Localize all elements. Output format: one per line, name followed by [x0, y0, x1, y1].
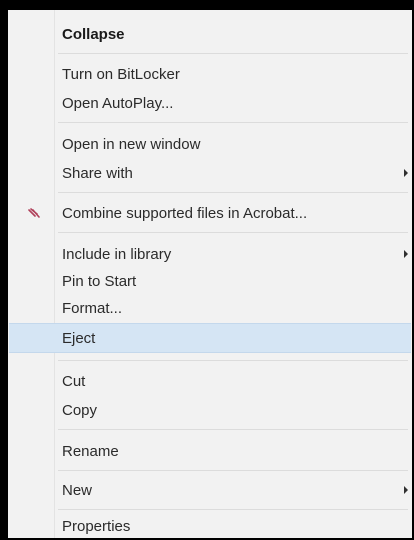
menu-item-label: Collapse	[62, 25, 125, 43]
submenu-arrow-icon	[404, 250, 408, 258]
menu-item-label: Include in library	[62, 245, 172, 263]
menu-item-copy[interactable]: Copy	[8, 396, 412, 424]
acrobat-combine-icon	[28, 208, 40, 218]
menu-separator	[58, 122, 408, 123]
menu-item-label: Properties	[62, 517, 131, 535]
menu-item-label: Combine supported files in Acrobat...	[62, 204, 308, 222]
menu-item-eject[interactable]: Eject	[9, 323, 411, 353]
context-menu: Collapse Turn on BitLocker Open AutoPlay…	[8, 10, 412, 538]
menu-item-cut[interactable]: Cut	[8, 367, 412, 395]
menu-item-pin-to-start[interactable]: Pin to Start	[8, 267, 412, 295]
menu-item-label: Open in new window	[62, 135, 201, 153]
menu-separator	[58, 360, 408, 361]
menu-item-open-autoplay[interactable]: Open AutoPlay...	[8, 89, 412, 117]
menu-item-label: Eject	[62, 329, 96, 347]
menu-item-rename[interactable]: Rename	[8, 437, 412, 465]
menu-item-open-in-new-window[interactable]: Open in new window	[8, 130, 412, 158]
menu-item-combine-in-acrobat[interactable]: Combine supported files in Acrobat...	[8, 199, 412, 227]
menu-item-label: Cut	[62, 372, 86, 390]
menu-item-include-in-library[interactable]: Include in library	[8, 240, 412, 268]
menu-item-label: Format...	[62, 299, 123, 317]
menu-item-label: Pin to Start	[62, 272, 137, 290]
menu-item-share-with[interactable]: Share with	[8, 159, 412, 187]
submenu-arrow-icon	[404, 169, 408, 177]
menu-item-label: Share with	[62, 164, 133, 182]
menu-item-collapse[interactable]: Collapse	[8, 20, 412, 48]
menu-item-label: Open AutoPlay...	[62, 94, 174, 112]
menu-separator	[58, 192, 408, 193]
menu-item-label: Copy	[62, 401, 98, 419]
submenu-arrow-icon	[404, 486, 408, 494]
menu-item-label: Rename	[62, 442, 119, 460]
menu-separator	[58, 429, 408, 430]
menu-item-turn-on-bitlocker[interactable]: Turn on BitLocker	[8, 60, 412, 88]
menu-item-label: Turn on BitLocker	[62, 65, 180, 83]
menu-item-new[interactable]: New	[8, 476, 412, 504]
menu-separator	[58, 509, 408, 510]
menu-item-format[interactable]: Format...	[8, 294, 412, 322]
menu-item-label: New	[62, 481, 93, 499]
menu-separator	[58, 53, 408, 54]
menu-separator	[58, 232, 408, 233]
menu-item-properties[interactable]: Properties	[8, 512, 412, 538]
menu-separator	[58, 470, 408, 471]
